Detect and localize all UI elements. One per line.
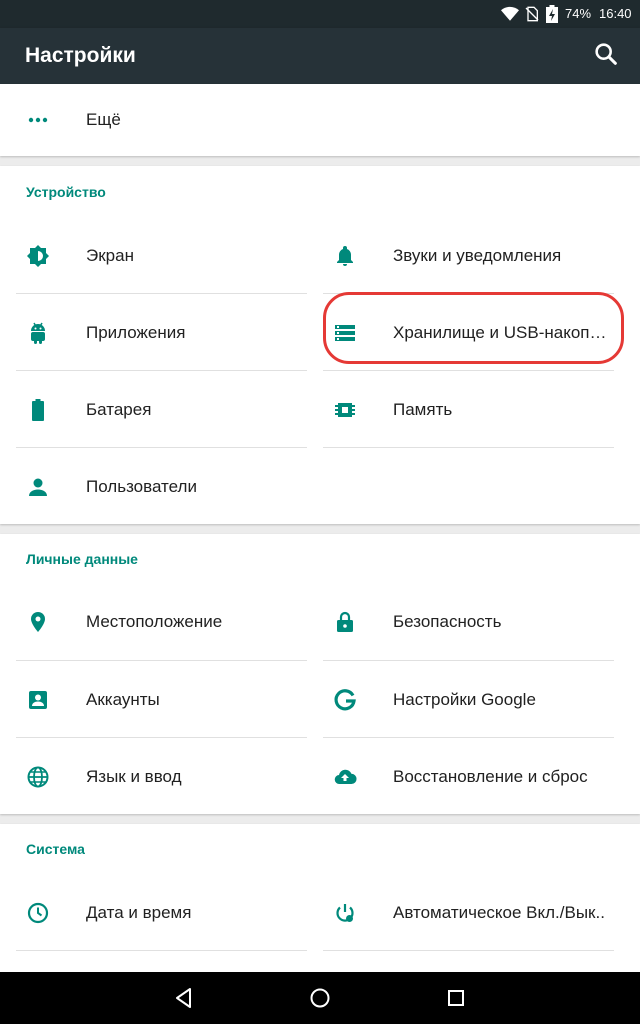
divider xyxy=(323,660,614,661)
app-bar: Настройки xyxy=(0,28,640,84)
home-circle-icon xyxy=(310,988,330,1008)
divider xyxy=(16,660,307,661)
battery-percent: 74% xyxy=(565,6,592,21)
settings-item-google[interactable]: Настройки Google xyxy=(307,662,640,738)
divider xyxy=(16,737,307,738)
settings-item-memory[interactable]: Память xyxy=(307,372,640,448)
settings-item-label: Экран xyxy=(86,246,134,265)
no-sim-icon xyxy=(525,6,539,22)
settings-item-battery[interactable]: Батарея xyxy=(0,372,307,448)
settings-item-accounts[interactable]: Аккаунты xyxy=(0,662,307,738)
settings-item-label: Местоположение xyxy=(86,612,223,631)
power-schedule-icon xyxy=(336,904,354,922)
more-label: Ещё xyxy=(86,110,121,129)
battery-charging-icon xyxy=(546,5,558,23)
divider xyxy=(16,447,307,448)
bell-icon xyxy=(337,246,353,266)
settings-item-label: Язык и ввод xyxy=(86,767,182,786)
brightness-icon xyxy=(27,245,49,267)
back-button[interactable] xyxy=(172,986,196,1010)
settings-item-location[interactable]: Местоположение xyxy=(0,584,307,660)
search-icon xyxy=(595,43,617,65)
system-section: Система Дата и время Автоматическое Вкл.… xyxy=(0,824,640,972)
divider xyxy=(323,950,614,951)
divider xyxy=(16,370,307,371)
lock-icon xyxy=(337,611,353,632)
status-bar: 74% 16:40 xyxy=(0,0,640,28)
settings-item-label: Автоматическое Вкл./Вык.. xyxy=(393,903,605,922)
divider xyxy=(323,447,614,448)
account-icon xyxy=(29,691,47,709)
section-title-system: Система xyxy=(26,841,85,857)
settings-item-label: Аккаунты xyxy=(86,690,160,709)
recents-square-icon xyxy=(448,990,464,1006)
more-item[interactable]: Ещё xyxy=(0,84,640,156)
google-icon xyxy=(334,689,356,711)
globe-icon xyxy=(27,766,49,788)
settings-item-apps[interactable]: Приложения xyxy=(0,295,307,371)
battery-icon xyxy=(32,399,44,421)
settings-item-sounds[interactable]: Звуки и уведомления xyxy=(307,218,640,294)
personal-section: Личные данные Местоположение Безопасност… xyxy=(0,534,640,814)
more-dots-icon xyxy=(28,117,48,123)
wifi-icon xyxy=(501,6,519,21)
settings-item-label: Безопасность xyxy=(393,612,502,631)
settings-item-security[interactable]: Безопасность xyxy=(307,584,640,660)
settings-item-scheduled-power[interactable]: Автоматическое Вкл./Вык.. xyxy=(307,875,640,951)
settings-item-screen[interactable]: Экран xyxy=(0,218,307,294)
recents-button[interactable] xyxy=(444,986,468,1010)
android-icon xyxy=(31,322,45,344)
clock-icon xyxy=(27,902,49,924)
person-icon xyxy=(29,478,47,496)
settings-item-label: Дата и время xyxy=(86,903,192,922)
settings-item-language[interactable]: Язык и ввод xyxy=(0,739,307,815)
settings-item-label: Звуки и уведомления xyxy=(393,246,562,265)
home-button[interactable] xyxy=(308,986,332,1010)
back-triangle-icon xyxy=(176,988,191,1008)
navigation-bar xyxy=(0,972,640,1024)
page-title: Настройки xyxy=(25,44,136,67)
memory-icon xyxy=(335,403,355,417)
divider xyxy=(323,370,614,371)
divider xyxy=(323,737,614,738)
settings-item-users[interactable]: Пользователи xyxy=(0,449,307,525)
settings-item-label: Батарея xyxy=(86,400,152,419)
section-title-personal: Личные данные xyxy=(26,551,138,567)
more-card: Ещё xyxy=(0,84,640,156)
settings-item-label: Пользователи xyxy=(86,477,197,496)
settings-item-label: Настройки Google xyxy=(393,690,536,709)
settings-item-label: Восстановление и сброс xyxy=(393,767,588,786)
settings-item-date-time[interactable]: Дата и время xyxy=(0,875,307,951)
divider xyxy=(16,293,307,294)
section-title-device: Устройство xyxy=(26,184,106,200)
divider xyxy=(16,950,307,951)
storage-highlight-outline xyxy=(323,292,624,364)
location-icon xyxy=(31,612,45,632)
settings-item-label: Приложения xyxy=(86,323,186,342)
search-button[interactable] xyxy=(592,40,620,68)
settings-item-label: Память xyxy=(393,400,453,419)
settings-item-backup[interactable]: Восстановление и сброс xyxy=(307,739,640,815)
clock-time: 16:40 xyxy=(599,6,632,21)
cloud-upload-icon xyxy=(334,769,357,785)
